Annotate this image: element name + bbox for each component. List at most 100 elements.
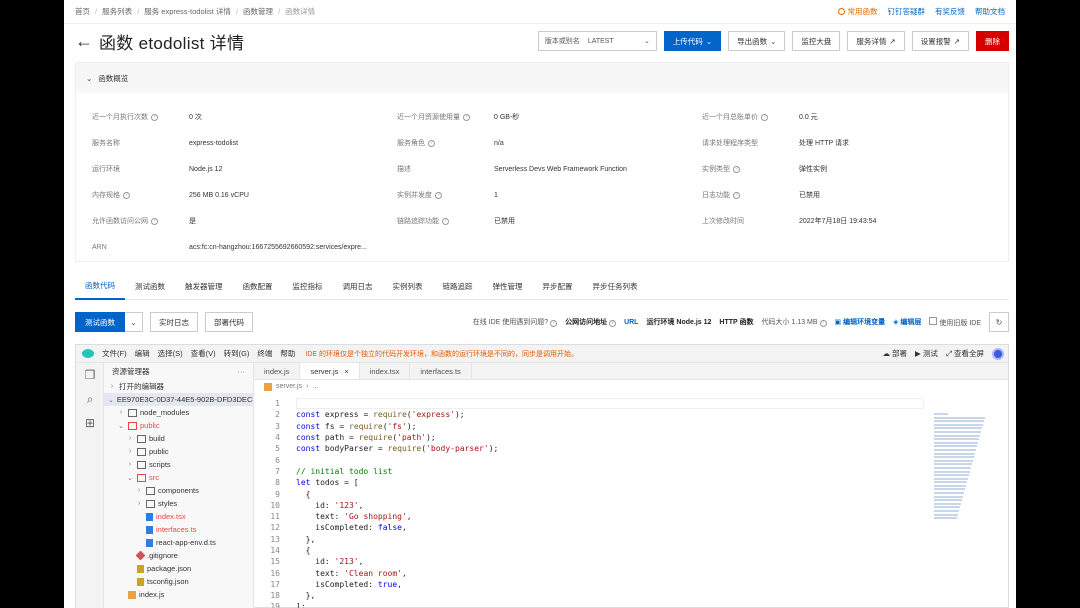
ide-fullscreen-button[interactable]: ⤢ 查看全屏 (946, 348, 984, 359)
file-tree-item[interactable]: ›node_modules (104, 406, 253, 419)
tab-item[interactable]: 触发器管理 (175, 273, 233, 300)
feedback-link[interactable]: 有奖反馈 (935, 6, 965, 17)
tab-item[interactable]: 异步配置 (533, 273, 583, 300)
service-detail-button[interactable]: 服务详情↗ (847, 31, 904, 51)
info-cell: 实例类型?弹性实例 (686, 164, 991, 174)
edit-layer-link[interactable]: ◈ 编辑层 (893, 317, 921, 327)
ide-menu-item[interactable]: 编辑 (135, 348, 150, 359)
help-link[interactable]: 帮助文档 (975, 6, 1005, 17)
old-ide-checkbox[interactable]: 使用旧版 IDE (929, 317, 981, 328)
line-text: const bodyParser = require('body-parser'… (296, 444, 498, 453)
realtime-log-button[interactable]: 实时日志 (150, 312, 198, 332)
help-icon[interactable]: ? (463, 114, 470, 121)
alarm-button[interactable]: 设置报警↗ (912, 31, 969, 51)
overview-header[interactable]: ⌄ 函数概览 (76, 63, 1008, 93)
file-tree-item[interactable]: ⌄src (104, 471, 253, 484)
breadcrumb-function-manage[interactable]: 函数管理 (243, 6, 273, 17)
ide-menu-item[interactable]: 查看(V) (191, 348, 216, 359)
help-icon[interactable]: ? (733, 192, 740, 199)
files-icon[interactable]: ❐ (76, 363, 104, 387)
file-tree-item[interactable]: ›public (104, 445, 253, 458)
edit-env-link[interactable]: ▣ 编辑环境变量 (835, 317, 886, 327)
editor-tab[interactable]: index.js (254, 363, 300, 379)
title-row: ← 函数 etodolist 详情 版本或别名 LATEST ⌄ 上传代码⌄ 导… (75, 28, 1009, 54)
open-editors-section[interactable]: ›打开的编辑器 (104, 380, 253, 393)
editor-tab[interactable]: index.tsx (360, 363, 411, 379)
line-number: 12 (254, 523, 296, 532)
info-cell: 近一个月资源使用量?0 GB-秒 (381, 112, 686, 122)
file-tree-item[interactable]: ›scripts (104, 458, 253, 471)
breadcrumb-service-detail[interactable]: 服务 express-todolist 详情 (144, 6, 231, 17)
deploy-code-button[interactable]: 部署代码 (205, 312, 253, 332)
file-tree-item[interactable]: .gitignore (104, 549, 253, 562)
breadcrumb-service-list[interactable]: 服务列表 (102, 6, 132, 17)
ide-deploy-button[interactable]: ☁ 部署 (882, 348, 907, 359)
refresh-icon[interactable]: ↻ (989, 312, 1009, 332)
editor-tab[interactable]: interfaces.ts (410, 363, 471, 379)
folder-icon (137, 474, 146, 482)
file-tree-item[interactable]: index.js (104, 588, 253, 601)
help-icon[interactable]: ? (428, 140, 435, 147)
json-file-icon (137, 565, 144, 573)
ide-menu-item[interactable]: 终端 (257, 348, 272, 359)
file-tree-item[interactable]: package.json (104, 562, 253, 575)
code-lines[interactable]: 12const express = require('express');3co… (254, 398, 924, 608)
help-icon[interactable]: ? (123, 192, 130, 199)
url-link[interactable]: URL (624, 319, 638, 326)
upload-code-button[interactable]: 上传代码⌄ (664, 31, 721, 51)
tab-item[interactable]: 链路追踪 (433, 273, 483, 300)
help-icon[interactable]: ? (151, 218, 158, 225)
ide-menu-item[interactable]: 转到(G) (224, 348, 250, 359)
dingtalk-link[interactable]: 钉钉答疑群 (888, 6, 926, 17)
ide-menu-item[interactable]: 文件(F) (102, 348, 127, 359)
tab-item[interactable]: 测试函数 (125, 273, 175, 300)
search-icon[interactable]: ⌕ (76, 387, 104, 411)
chevron-down-icon[interactable]: ⌄ (125, 312, 143, 332)
tab-item[interactable]: 函数配置 (233, 273, 283, 300)
minimap[interactable] (934, 413, 988, 533)
avatar[interactable] (992, 348, 1004, 360)
help-icon[interactable]: ? (442, 218, 449, 225)
ide-menu-item[interactable]: 选择(S) (158, 348, 183, 359)
editor-tab[interactable]: server.js× (300, 363, 359, 379)
faq-link[interactable]: 常用函数 (838, 6, 878, 17)
help-icon[interactable]: ? (435, 192, 442, 199)
help-icon[interactable]: ? (733, 166, 740, 173)
ide-issue-text[interactable]: 在线 IDE 使用遇到问题? ? (473, 317, 557, 327)
file-tree-item[interactable]: ⌄public (104, 419, 253, 432)
test-function-button[interactable]: 测试函数 (75, 312, 125, 332)
tab-item[interactable]: 异步任务列表 (583, 273, 648, 300)
file-tree-item[interactable]: tsconfig.json (104, 575, 253, 588)
path-file[interactable]: server.js (276, 383, 302, 390)
export-function-button[interactable]: 导出函数⌄ (728, 31, 785, 51)
more-icon[interactable]: ··· (238, 367, 246, 376)
file-tree-item[interactable]: interfaces.ts (104, 523, 253, 536)
file-tree-item[interactable]: index.tsx (104, 510, 253, 523)
workspace-folder[interactable]: ⌄EE970E3C-0D37-44E5-902B-DFD3DEC85839 (104, 393, 253, 406)
editor-breadcrumb: server.js › ... (254, 380, 1008, 393)
tab-item[interactable]: 弹性管理 (483, 273, 533, 300)
tab-item[interactable]: 调用日志 (333, 273, 383, 300)
file-tree-item[interactable]: ›components (104, 484, 253, 497)
tab-item[interactable]: 函数代码 (75, 273, 125, 300)
file-tree-item[interactable]: react-app-env.d.ts (104, 536, 253, 549)
help-icon[interactable]: ? (151, 114, 158, 121)
version-select[interactable]: 版本或别名 LATEST ⌄ (538, 31, 657, 51)
info-cell: ARNacs:fc:cn-hangzhou:1667255692660592:s… (76, 244, 381, 251)
breadcrumb-home[interactable]: 首页 (75, 6, 90, 17)
tab-item[interactable]: 实例列表 (383, 273, 433, 300)
file-tree-item[interactable]: ›styles (104, 497, 253, 510)
monitor-dashboard-button[interactable]: 监控大盘 (792, 31, 840, 51)
back-arrow-icon[interactable]: ← (75, 31, 95, 52)
delete-button[interactable]: 删除 (976, 31, 1009, 51)
env-icon: ▣ (835, 319, 842, 326)
help-icon[interactable]: ? (761, 114, 768, 121)
ide-menu-item[interactable]: 帮助 (280, 348, 295, 359)
ide-test-button[interactable]: ▶ 测试 (915, 348, 938, 359)
file-tree-item[interactable]: ›build (104, 432, 253, 445)
git-file-icon (136, 551, 146, 561)
extensions-icon[interactable]: ⊞ (76, 411, 104, 435)
tab-item[interactable]: 监控指标 (283, 273, 333, 300)
path-more[interactable]: ... (312, 383, 318, 390)
close-icon[interactable]: × (344, 367, 348, 376)
